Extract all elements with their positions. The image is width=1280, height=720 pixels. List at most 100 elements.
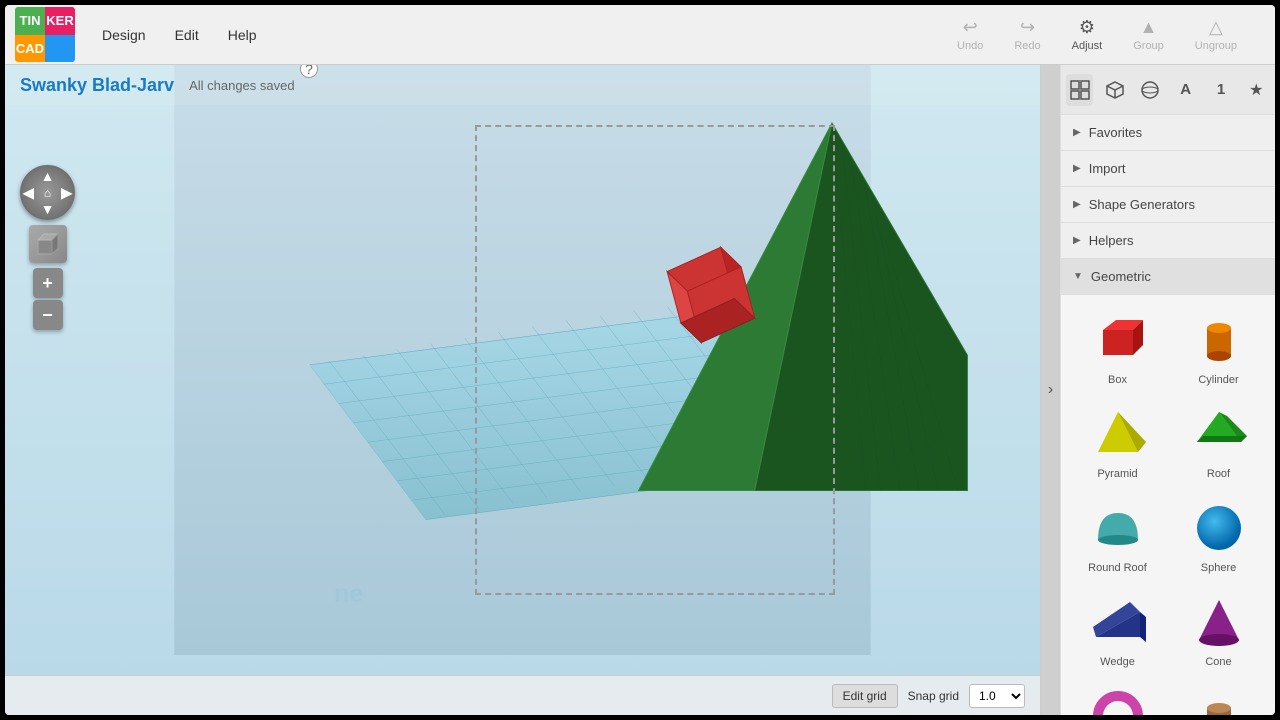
- save-status: All changes saved: [189, 78, 295, 93]
- logo[interactable]: TIN KER CAD: [15, 7, 75, 62]
- cylinder-visual: [1189, 310, 1249, 370]
- zoom-controls: + −: [33, 268, 63, 330]
- group-label: Group: [1133, 40, 1164, 52]
- shape-generators-arrow: ▶: [1073, 199, 1081, 210]
- favorites-section-header[interactable]: ▶ Favorites: [1061, 115, 1275, 151]
- adjust-icon: ⚙: [1079, 17, 1095, 38]
- box-label: Box: [1108, 374, 1127, 386]
- helpers-label: Helpers: [1089, 233, 1134, 248]
- shape-sphere[interactable]: Sphere: [1172, 493, 1265, 579]
- cone-label: Cone: [1205, 656, 1231, 668]
- compass-up: ▲: [41, 168, 55, 184]
- menu-edit[interactable]: Edit: [163, 19, 211, 51]
- navigation-controls: ▲ ▼ ◀ ▶ ⌂ + −: [20, 165, 75, 330]
- geometric-section-header[interactable]: ▼ Geometric: [1061, 259, 1275, 295]
- 3d-scene[interactable]: ne: [5, 65, 1040, 655]
- box-visual: [1088, 310, 1148, 370]
- wedge-label: Wedge: [1100, 656, 1135, 668]
- cylinder2-visual: [1189, 686, 1249, 715]
- round-roof-label: Round Roof: [1088, 562, 1147, 574]
- undo-icon: ↩: [963, 17, 978, 38]
- favorites-view-button[interactable]: ★: [1243, 74, 1270, 106]
- import-section-header[interactable]: ▶ Import: [1061, 151, 1275, 187]
- number-view-button[interactable]: 1: [1207, 74, 1234, 106]
- shape-generators-label: Shape Generators: [1089, 197, 1195, 212]
- geometric-shapes-grid: Box Cylinder: [1061, 295, 1275, 715]
- adjust-label: Adjust: [1072, 40, 1103, 52]
- shape-box[interactable]: Box: [1071, 305, 1164, 391]
- undo-button[interactable]: ↩ Undo: [949, 13, 991, 56]
- ungroup-icon: △: [1209, 17, 1223, 38]
- view-cube[interactable]: [29, 225, 67, 263]
- ungroup-label: Ungroup: [1195, 40, 1237, 52]
- favorites-arrow: ▶: [1073, 127, 1081, 138]
- shape-cone[interactable]: Cone: [1172, 587, 1265, 673]
- sphere-view-button[interactable]: [1137, 74, 1164, 106]
- snap-grid-select[interactable]: 0.1 0.5 1.0 2.0 5.0 10.0: [969, 684, 1025, 708]
- import-arrow: ▶: [1073, 163, 1081, 174]
- roof-label: Roof: [1207, 468, 1230, 480]
- snap-grid-label: Snap grid: [908, 689, 959, 703]
- compass-right: ▶: [61, 184, 72, 201]
- panel-icons: A 1 ★: [1061, 65, 1275, 115]
- compass-down: ▼: [41, 201, 55, 217]
- shape-cylinder2[interactable]: [1172, 681, 1265, 715]
- roof-visual: [1189, 404, 1249, 464]
- pyramid-label: Pyramid: [1097, 468, 1137, 480]
- menu-bar: Design Edit Help: [90, 19, 269, 51]
- torus-visual: [1088, 686, 1148, 715]
- undo-label: Undo: [957, 40, 983, 52]
- ungroup-button[interactable]: △ Ungroup: [1187, 13, 1245, 56]
- group-button[interactable]: ▲ Group: [1125, 13, 1172, 56]
- wedge-visual: [1088, 592, 1148, 652]
- grid-view-button[interactable]: [1066, 74, 1093, 106]
- cone-visual: [1189, 592, 1249, 652]
- shapes-grid: Box Cylinder: [1071, 305, 1265, 715]
- logo-n: CAD: [15, 35, 45, 63]
- shape-wedge[interactable]: Wedge: [1071, 587, 1164, 673]
- import-label: Import: [1089, 161, 1126, 176]
- redo-label: Redo: [1014, 40, 1040, 52]
- shape-pyramid[interactable]: Pyramid: [1071, 399, 1164, 485]
- redo-button[interactable]: ↪ Redo: [1006, 13, 1048, 56]
- project-bar: Swanky Blad-Jarv All changes saved: [5, 65, 1040, 105]
- viewport[interactable]: Swanky Blad-Jarv All changes saved ? ▲ ▼…: [5, 65, 1040, 715]
- cube-view-button[interactable]: [1101, 74, 1128, 106]
- geometric-label: Geometric: [1091, 269, 1151, 284]
- compass-control[interactable]: ▲ ▼ ◀ ▶ ⌂: [20, 165, 75, 220]
- cylinder-label: Cylinder: [1198, 374, 1238, 386]
- shape-torus[interactable]: [1071, 681, 1164, 715]
- text-view-button[interactable]: A: [1172, 74, 1199, 106]
- redo-icon: ↪: [1020, 17, 1035, 38]
- logo-i: KER: [45, 7, 75, 35]
- adjust-button[interactable]: ⚙ Adjust: [1064, 13, 1111, 56]
- right-panel: A 1 ★ ▶ Favorites ▶ Im: [1060, 65, 1275, 715]
- pyramid-visual: [1088, 404, 1148, 464]
- toolbar: ↩ Undo ↪ Redo ⚙ Adjust ▲ Group △ Ungroup: [949, 13, 1245, 56]
- zoom-in-button[interactable]: +: [33, 268, 63, 298]
- menu-design[interactable]: Design: [90, 19, 158, 51]
- group-icon: ▲: [1140, 17, 1158, 38]
- favorites-label: Favorites: [1089, 125, 1142, 140]
- logo-t: TIN: [15, 7, 45, 35]
- edit-grid-button[interactable]: Edit grid: [832, 684, 898, 708]
- helpers-arrow: ▶: [1073, 235, 1081, 246]
- panel-sections: ▶ Favorites ▶ Import ▶ Shape Generators …: [1061, 115, 1275, 715]
- bottom-bar: Edit grid Snap grid 0.1 0.5 1.0 2.0 5.0 …: [5, 675, 1040, 715]
- main-content: Swanky Blad-Jarv All changes saved ? ▲ ▼…: [5, 65, 1275, 715]
- shape-generators-section-header[interactable]: ▶ Shape Generators: [1061, 187, 1275, 223]
- helpers-section-header[interactable]: ▶ Helpers: [1061, 223, 1275, 259]
- sphere-visual: [1189, 498, 1249, 558]
- shape-cylinder[interactable]: Cylinder: [1172, 305, 1265, 391]
- shape-roof[interactable]: Roof: [1172, 399, 1265, 485]
- logo-k: [45, 35, 75, 63]
- compass-center: ⌂: [44, 186, 51, 200]
- project-name[interactable]: Swanky Blad-Jarv: [20, 75, 174, 96]
- menu-help[interactable]: Help: [216, 19, 269, 51]
- zoom-out-button[interactable]: −: [33, 300, 63, 330]
- shape-round-roof[interactable]: Round Roof: [1071, 493, 1164, 579]
- sphere-label: Sphere: [1201, 562, 1236, 574]
- sidebar-toggle-button[interactable]: ›: [1040, 65, 1060, 715]
- compass-left: ◀: [23, 184, 34, 201]
- chevron-right-icon: ›: [1048, 381, 1053, 399]
